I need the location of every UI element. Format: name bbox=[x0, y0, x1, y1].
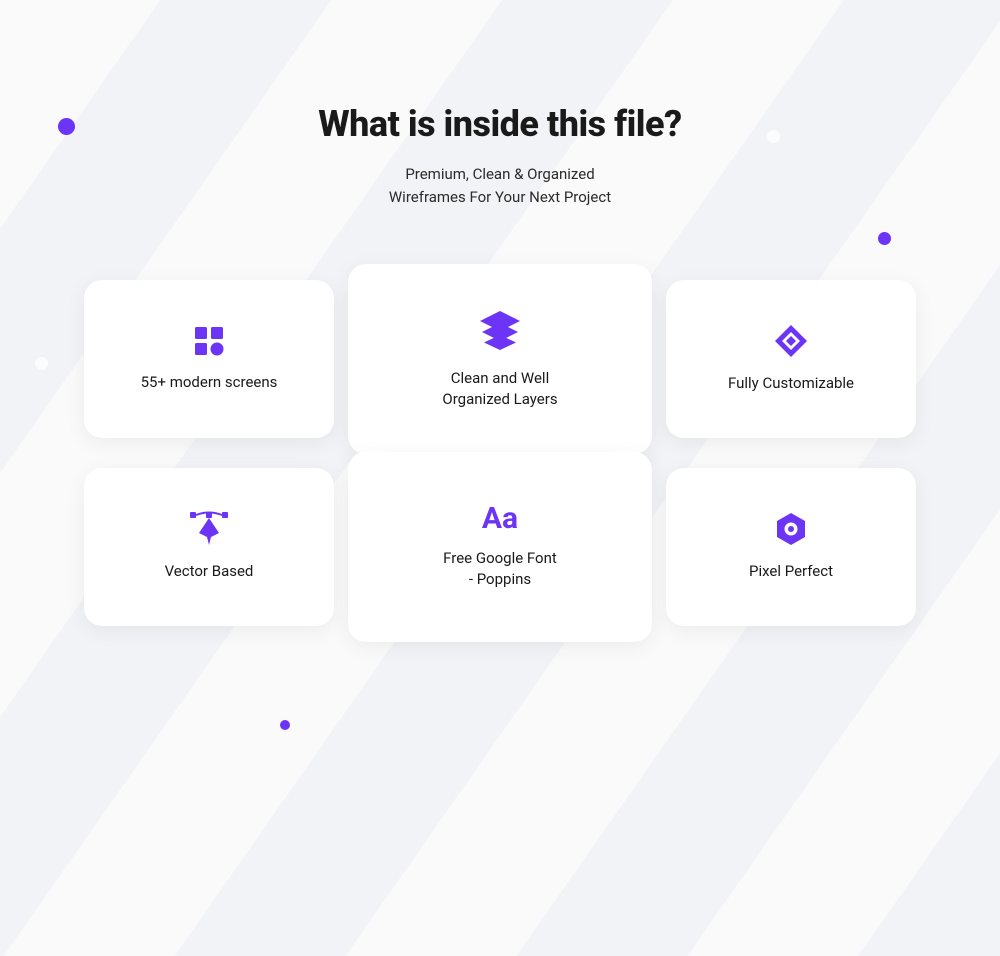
hexagon-icon bbox=[774, 511, 808, 547]
font-icon: Aa bbox=[482, 504, 518, 534]
feature-card-layers: Clean and Well Organized Layers bbox=[348, 264, 652, 454]
feature-label: Vector Based bbox=[165, 561, 254, 582]
feature-card-pixel: Pixel Perfect bbox=[666, 468, 916, 626]
label-line: Clean and Well bbox=[442, 368, 557, 389]
pen-vector-icon bbox=[189, 511, 229, 547]
feature-grid: 55+ modern screens Clean and Well Organi… bbox=[84, 280, 916, 642]
feature-label: Fully Customizable bbox=[728, 373, 854, 394]
decorative-dot bbox=[767, 130, 780, 143]
layers-icon bbox=[477, 308, 523, 354]
diamond-icon bbox=[773, 323, 809, 359]
feature-card-screens: 55+ modern screens bbox=[84, 280, 334, 438]
decorative-dot bbox=[878, 232, 891, 245]
label-line: - Poppins bbox=[443, 569, 557, 590]
decorative-dot bbox=[280, 720, 290, 730]
feature-label: Pixel Perfect bbox=[749, 561, 833, 582]
feature-card-font: Aa Free Google Font - Poppins bbox=[348, 452, 652, 642]
feature-label: Free Google Font - Poppins bbox=[443, 548, 557, 590]
feature-card-customizable: Fully Customizable bbox=[666, 280, 916, 438]
features-section: What is inside this file? Premium, Clean… bbox=[0, 0, 1000, 642]
subtitle-line: Premium, Clean & Organized bbox=[0, 163, 1000, 186]
section-title: What is inside this file? bbox=[0, 103, 1000, 145]
label-line: Organized Layers bbox=[442, 389, 557, 410]
grid-icon bbox=[192, 324, 226, 358]
feature-label: 55+ modern screens bbox=[141, 372, 278, 393]
font-glyph: Aa bbox=[482, 504, 518, 534]
subtitle-line: Wireframes For Your Next Project bbox=[0, 186, 1000, 209]
feature-card-vector: Vector Based bbox=[84, 468, 334, 626]
label-line: Free Google Font bbox=[443, 548, 557, 569]
feature-label: Clean and Well Organized Layers bbox=[442, 368, 557, 410]
section-subtitle: Premium, Clean & Organized Wireframes Fo… bbox=[0, 163, 1000, 210]
decorative-dot bbox=[58, 118, 75, 135]
decorative-dot bbox=[35, 357, 48, 370]
